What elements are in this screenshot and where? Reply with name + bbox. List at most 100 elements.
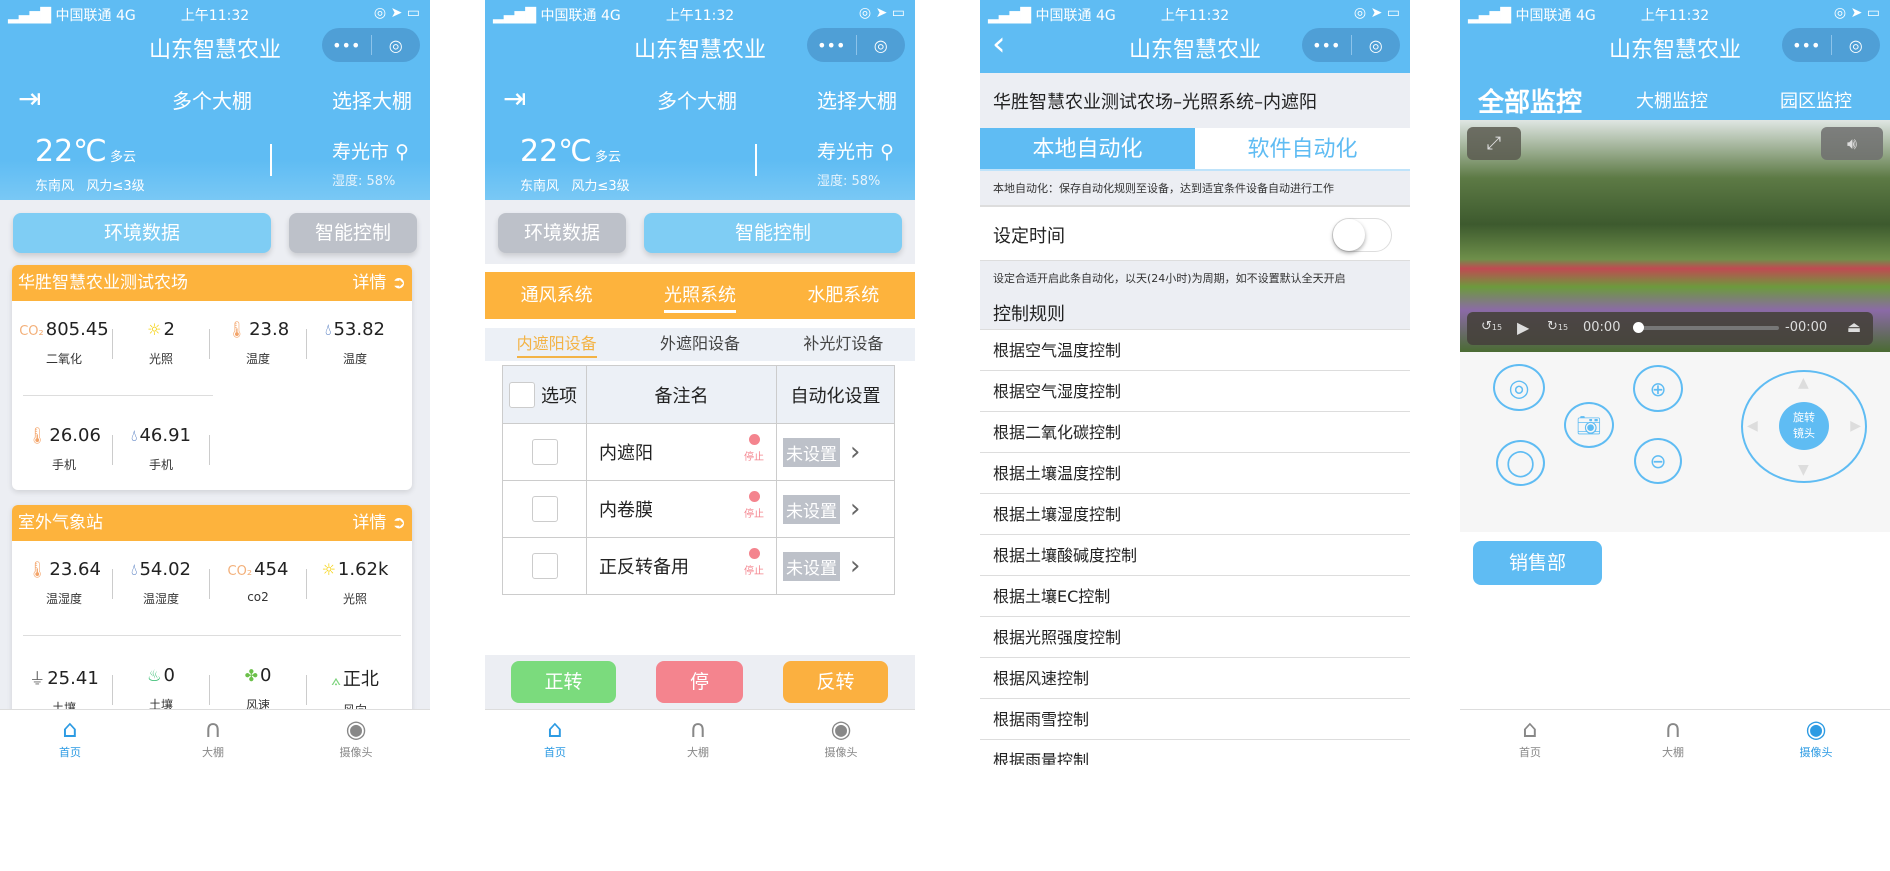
chevron-right-icon[interactable]: › xyxy=(850,437,860,467)
thermometer-icon: 🌡︎ xyxy=(27,426,48,445)
tab-device[interactable]: 补光灯设备 xyxy=(772,328,915,361)
rule-item[interactable]: 根据空气湿度控制 xyxy=(980,371,1410,412)
capsule-menu[interactable]: ••• ◎ xyxy=(1302,28,1400,62)
zoom-out-icon[interactable]: ⊖ xyxy=(1634,438,1682,484)
row-checkbox[interactable] xyxy=(531,496,558,522)
more-icon[interactable]: ••• xyxy=(1302,36,1351,55)
rule-item[interactable]: 根据空气温度控制 xyxy=(980,330,1410,371)
smart-control-button[interactable]: 智能控制 xyxy=(289,213,417,253)
tab-software-automation[interactable]: 软件自动化 xyxy=(1195,128,1410,169)
snapshot-icon[interactable]: 📷︎ xyxy=(1564,402,1614,448)
env-data-button[interactable]: 环境数据 xyxy=(13,213,271,253)
more-icon[interactable]: ••• xyxy=(807,36,856,55)
rule-item[interactable]: 根据土壤EC控制 xyxy=(980,576,1410,617)
capsule-menu[interactable]: ••• ◎ xyxy=(807,28,905,62)
tab-greenhouse[interactable]: ∩ 大棚 xyxy=(1623,714,1723,760)
rule-item[interactable]: 根据雨量控制 xyxy=(980,740,1410,765)
close-icon[interactable]: ◎ xyxy=(857,36,906,55)
reverse-button[interactable]: 反转 xyxy=(783,661,888,703)
fullscreen-icon[interactable]: ⤢ xyxy=(1467,127,1521,160)
tab-system[interactable]: 水肥系统 xyxy=(772,272,915,319)
arrow-up-icon[interactable]: ▲ xyxy=(1798,375,1809,391)
focus-near-icon[interactable]: ◎ xyxy=(1493,364,1545,411)
set-time-toggle[interactable] xyxy=(1332,218,1392,252)
tab-camera[interactable]: ◉ 摄像头 xyxy=(791,714,891,760)
battery-icon: ◎ ➤ ▭ xyxy=(373,5,420,21)
sensor-reading: ☼ 1.62k 光照 xyxy=(308,559,402,607)
row-checkbox[interactable] xyxy=(531,439,558,465)
tab-greenhouse[interactable]: ∩ 大棚 xyxy=(163,714,263,760)
tab-park-monitoring[interactable]: 园区监控 xyxy=(1780,87,1852,113)
logout-icon[interactable]: ⇥ xyxy=(503,82,526,115)
zoom-in-icon[interactable]: ⊕ xyxy=(1633,365,1683,412)
capsule-menu[interactable]: ••• ◎ xyxy=(1782,28,1880,62)
rewind-15-icon[interactable]: ↺15 xyxy=(1481,319,1502,334)
volume-icon[interactable]: 🔊︎ xyxy=(1821,127,1883,160)
tab-home[interactable]: ⌂ 首页 xyxy=(505,714,605,760)
rule-item[interactable]: 根据光照强度控制 xyxy=(980,617,1410,658)
sensor-value: 正北 xyxy=(342,669,379,690)
row-checkbox[interactable] xyxy=(531,553,558,579)
rule-item[interactable]: 根据雨雪控制 xyxy=(980,699,1410,740)
chevron-right-circle-icon: ➲ xyxy=(391,273,406,293)
capsule-menu[interactable]: ••• ◎ xyxy=(322,28,420,62)
rule-item[interactable]: 根据土壤湿度控制 xyxy=(980,494,1410,535)
tab-all-monitoring[interactable]: 全部监控 xyxy=(1478,82,1582,119)
tab-system[interactable]: 通风系统 xyxy=(485,272,628,319)
more-icon[interactable]: ••• xyxy=(322,36,371,55)
tab-greenhouse-monitoring[interactable]: 大棚监控 xyxy=(1636,87,1708,113)
tab-device[interactable]: 外遮阳设备 xyxy=(628,328,771,361)
chevron-right-icon[interactable]: › xyxy=(850,551,860,581)
automation-status[interactable]: 未设置 xyxy=(783,437,840,467)
camera-screen: ▂▄▆█ 中国联通 4G 上午11:32 ◎ ➤ ▭ 山东智慧农业 ••• ◎ 全部监… xyxy=(1460,0,1890,771)
time: 上午11:32 xyxy=(180,8,250,24)
tab-local-automation[interactable]: 本地自动化 xyxy=(980,128,1195,169)
forward-button[interactable]: 正转 xyxy=(511,661,616,703)
tab-greenhouse[interactable]: ∩ 大棚 xyxy=(648,714,748,760)
sales-dept-button[interactable]: 销售部 xyxy=(1473,541,1602,585)
thermometer-icon: 🌡︎ xyxy=(27,560,48,579)
close-icon[interactable]: ◎ xyxy=(1352,36,1401,55)
more-icon[interactable]: ••• xyxy=(1782,36,1831,55)
direction-pad[interactable]: ▲ ▼ ◀ ▶ 旋转 镜头 xyxy=(1741,370,1867,483)
close-icon[interactable]: ◎ xyxy=(372,36,421,55)
env-data-button[interactable]: 环境数据 xyxy=(498,213,626,253)
tab-camera[interactable]: ◉ 摄像头 xyxy=(306,714,406,760)
forward-15-icon[interactable]: ↻15 xyxy=(1547,319,1568,334)
automation-status[interactable]: 未设置 xyxy=(783,494,840,524)
focus-far-icon[interactable]: ◯ xyxy=(1496,440,1545,486)
detail-link[interactable]: 详情 ➲ xyxy=(352,265,406,301)
progress-slider[interactable] xyxy=(1633,322,1779,333)
set-time-hint: 设定合适开启此条自动化，以天(24小时)为周期，如不设置默认全天开启 xyxy=(993,272,1346,285)
arrow-left-icon[interactable]: ◀ xyxy=(1747,418,1758,434)
select-greenhouse-button[interactable]: 选择大棚 xyxy=(817,85,897,114)
rotate-lens-button[interactable]: 旋转 镜头 xyxy=(1779,402,1829,450)
rule-item[interactable]: 根据土壤酸碱度控制 xyxy=(980,535,1410,576)
table-row: 内遮阳 停止 未设置 › xyxy=(503,423,894,480)
divider xyxy=(270,144,272,176)
airplay-icon[interactable]: ⏏ xyxy=(1847,318,1861,336)
rule-item[interactable]: 根据二氧化碳控制 xyxy=(980,412,1410,453)
detail-link[interactable]: 详情 ➲ xyxy=(352,505,406,541)
smart-control-button[interactable]: 智能控制 xyxy=(644,213,902,253)
arrow-down-icon[interactable]: ▼ xyxy=(1798,462,1809,478)
video-player[interactable]: ⤢ 🔊︎ ↺15 ▶ ↻15 00:00 -00:00 ⏏ xyxy=(1460,120,1890,352)
tab-camera[interactable]: ◉ 摄像头 xyxy=(1766,714,1866,760)
close-icon[interactable]: ◎ xyxy=(1832,36,1881,55)
select-all-checkbox[interactable] xyxy=(509,381,535,408)
humidity: 湿度: 58% xyxy=(817,174,881,189)
logout-icon[interactable]: ⇥ xyxy=(18,82,41,115)
rule-item[interactable]: 根据土壤温度控制 xyxy=(980,453,1410,494)
arrow-right-icon[interactable]: ▶ xyxy=(1850,418,1861,434)
tab-home[interactable]: ⌂ 首页 xyxy=(1480,714,1580,760)
automation-status[interactable]: 未设置 xyxy=(783,551,840,581)
rule-item[interactable]: 根据风速控制 xyxy=(980,658,1410,699)
tab-system[interactable]: 光照系统 xyxy=(628,272,771,319)
chevron-right-icon[interactable]: › xyxy=(850,494,860,524)
play-icon[interactable]: ▶ xyxy=(1517,318,1529,337)
tab-device[interactable]: 内遮阳设备 xyxy=(485,328,628,361)
select-greenhouse-button[interactable]: 选择大棚 xyxy=(332,85,412,114)
tab-home[interactable]: ⌂ 首页 xyxy=(20,714,120,760)
sensor-reading: 🌡︎ 23.64 温湿度 xyxy=(17,559,113,607)
stop-button[interactable]: 停 xyxy=(656,661,743,703)
